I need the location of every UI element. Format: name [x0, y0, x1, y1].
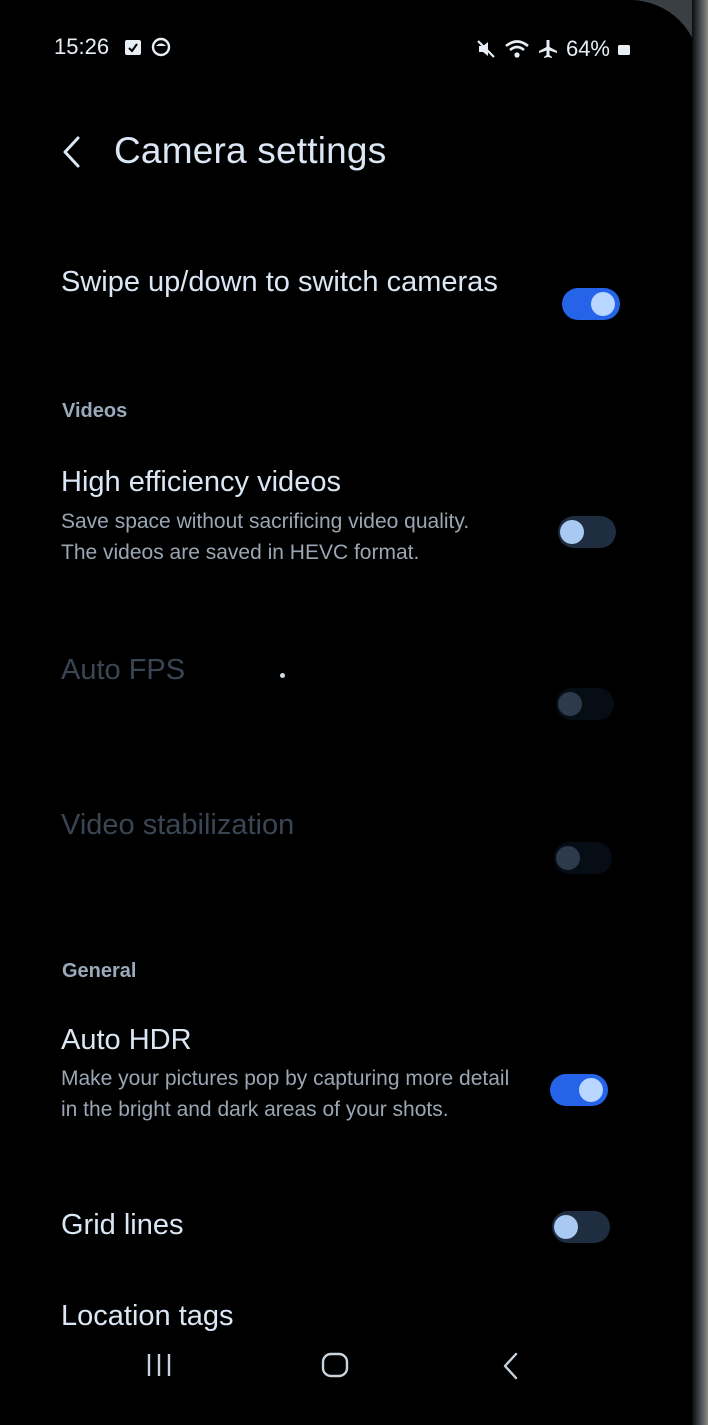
chevron-left-icon [63, 136, 80, 168]
setting-description: Save space without sacrificing video qua… [61, 510, 470, 564]
home-button[interactable] [320, 1351, 350, 1384]
back-button[interactable] [58, 132, 88, 172]
auto-hdr-toggle[interactable] [550, 1074, 608, 1106]
setting-title: Location tags [61, 1300, 234, 1332]
toggle-knob [554, 1215, 578, 1239]
home-icon [321, 1352, 349, 1378]
setting-title: Auto FPS [61, 654, 186, 686]
setting-grid-lines[interactable]: Grid lines [0, 1205, 700, 1265]
status-left-icons [124, 37, 171, 62]
wifi-icon [504, 39, 530, 59]
setting-title: Video stabilization [61, 809, 295, 841]
recent-apps-icon [147, 1354, 171, 1376]
nav-back-button[interactable] [498, 1351, 524, 1386]
toggle-knob [579, 1078, 603, 1102]
setting-auto-hdr[interactable]: Auto HDR Make your pictures pop by captu… [0, 1020, 700, 1160]
grid-lines-toggle[interactable] [552, 1211, 610, 1243]
setting-title: High efficiency videos [61, 466, 341, 498]
toggle-knob [556, 846, 580, 870]
page-title: Camera settings [114, 130, 387, 171]
airplane-icon [538, 39, 558, 59]
video-stabilization-toggle [554, 842, 612, 874]
setting-auto-fps: Auto FPS [0, 650, 700, 760]
battery-percent: 64% [565, 36, 610, 61]
phone-screen: 15:26 64% Camera settings Swipe up/down … [0, 0, 700, 1425]
mute-icon [476, 39, 496, 59]
setting-title: Grid lines [61, 1209, 184, 1241]
status-bar: 15:26 64% [0, 0, 700, 90]
auto-fps-toggle [556, 688, 614, 720]
device-edge [692, 0, 708, 1425]
toggle-knob [591, 292, 615, 316]
setting-high-efficiency-videos[interactable]: High efficiency videos Save space withou… [0, 462, 700, 602]
app-bar: Camera settings [0, 120, 700, 190]
setting-location-tags[interactable]: Location tags [0, 1296, 700, 1336]
screen-speck [280, 673, 285, 678]
section-header-videos: Videos [62, 400, 128, 422]
status-right-icons: 64% [476, 36, 630, 62]
high-efficiency-toggle[interactable] [558, 516, 616, 548]
calendar-check-icon [124, 38, 142, 61]
toggle-knob [558, 692, 582, 716]
battery-icon [618, 42, 630, 56]
setting-description: Make your pictures pop by capturing more… [61, 1067, 510, 1121]
swipe-switch-toggle[interactable] [562, 288, 620, 320]
section-header-general: General [62, 960, 137, 982]
navigation-bar [0, 1335, 700, 1395]
setting-video-stabilization: Video stabilization [0, 805, 700, 915]
setting-swipe-switch-cameras[interactable]: Swipe up/down to switch cameras [0, 258, 700, 358]
notification-circle-icon [151, 37, 171, 62]
toggle-knob [560, 520, 584, 544]
recent-apps-button[interactable] [145, 1351, 175, 1384]
setting-title: Auto HDR [61, 1024, 192, 1056]
setting-title: Swipe up/down to switch cameras [61, 266, 498, 298]
back-icon [503, 1352, 518, 1380]
status-time: 15:26 [54, 34, 110, 59]
